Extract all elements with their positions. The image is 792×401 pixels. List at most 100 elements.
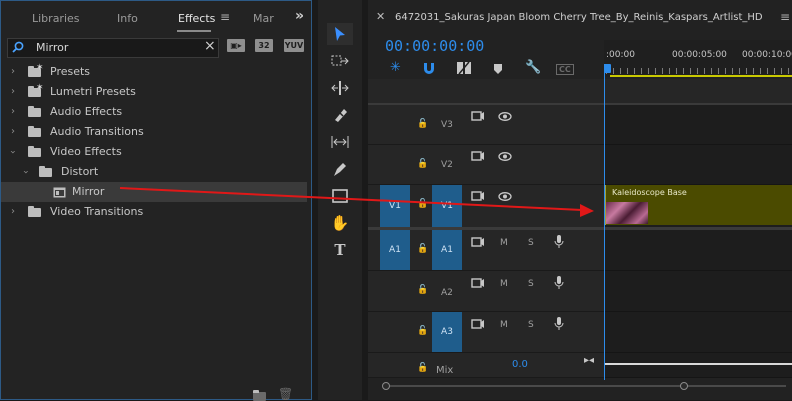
- lock-icon[interactable]: 🔓: [417, 244, 428, 254]
- video-clip[interactable]: Kaleidoscope Base: [605, 185, 792, 225]
- ripple-edit-tool-icon[interactable]: [327, 77, 353, 99]
- toggle-sync-lock-icon[interactable]: [471, 278, 485, 288]
- playhead-handle[interactable]: [604, 64, 611, 73]
- wrench-icon[interactable]: 🔧: [525, 60, 541, 75]
- eye-icon[interactable]: [498, 152, 512, 161]
- track-lane-mix[interactable]: [604, 353, 792, 378]
- playhead-line[interactable]: [604, 64, 605, 380]
- toggle-sync-lock-icon[interactable]: [471, 151, 485, 161]
- chevrons-right-icon[interactable]: »: [295, 8, 304, 24]
- toggle-sync-lock-icon[interactable]: [471, 237, 485, 247]
- star-icon: ✶: [36, 63, 44, 73]
- source-patch-a1[interactable]: A1: [380, 230, 410, 270]
- sequence-title[interactable]: 6472031_Sakuras Japan Bloom Cherry Tree_…: [395, 12, 763, 23]
- scrollbar-end-handle[interactable]: [680, 382, 688, 390]
- scrollbar-start-handle[interactable]: [382, 382, 390, 390]
- linked-selection-icon[interactable]: [456, 61, 472, 75]
- accelerated-effects-filter-icon[interactable]: ▣▸: [227, 39, 245, 52]
- eye-icon[interactable]: [498, 112, 512, 121]
- track-lane-a1[interactable]: [604, 230, 792, 271]
- eye-icon[interactable]: [498, 192, 512, 201]
- solo-button[interactable]: S: [528, 238, 534, 248]
- tree-item-video-effects[interactable]: › Video Effects: [1, 142, 307, 162]
- chevron-right-icon[interactable]: ›: [11, 202, 15, 222]
- tab-libraries[interactable]: Libraries: [32, 12, 80, 25]
- chevron-right-icon[interactable]: ›: [11, 82, 15, 102]
- chevron-right-icon[interactable]: ›: [11, 122, 15, 142]
- track-target-a1[interactable]: A1: [432, 230, 462, 270]
- work-area-bar[interactable]: [610, 75, 792, 77]
- chevron-right-icon[interactable]: ›: [11, 102, 15, 122]
- lock-icon[interactable]: 🔓: [417, 159, 428, 169]
- track-lane-v1[interactable]: Kaleidoscope Base: [604, 185, 792, 228]
- magnet-snap-icon[interactable]: [422, 62, 436, 75]
- snap-in-sequence-icon[interactable]: ✳: [390, 60, 401, 75]
- source-patch-v1[interactable]: V1: [380, 185, 410, 227]
- chevron-down-icon[interactable]: ›: [2, 150, 22, 154]
- chevron-down-icon[interactable]: ›: [15, 170, 35, 174]
- tree-item-distort[interactable]: › Distort: [1, 162, 307, 182]
- chevron-right-icon[interactable]: ›: [11, 62, 15, 82]
- selection-tool-icon[interactable]: [327, 23, 353, 45]
- trash-icon[interactable]: 🗑: [278, 387, 293, 401]
- type-tool-icon[interactable]: T: [327, 239, 353, 261]
- time-ruler[interactable]: :00:00 00:00:05:00 00:00:10:00: [604, 40, 792, 77]
- lock-icon[interactable]: 🔓: [417, 285, 428, 295]
- tree-item-audio-effects[interactable]: › Audio Effects: [1, 102, 307, 122]
- track-target-a3[interactable]: A3: [432, 312, 462, 352]
- ruler-ticks: [606, 68, 792, 74]
- solo-button[interactable]: S: [528, 320, 534, 330]
- track-lane-a2[interactable]: [604, 271, 792, 312]
- toggle-sync-lock-icon[interactable]: [471, 191, 485, 201]
- hand-tool-icon[interactable]: ✋: [327, 212, 353, 234]
- ruler-label: 00:00:05:00: [672, 50, 727, 60]
- solo-button[interactable]: S: [528, 279, 534, 289]
- track-target-v1[interactable]: V1: [432, 185, 462, 227]
- mute-button[interactable]: M: [500, 320, 508, 330]
- lock-icon[interactable]: 🔓: [417, 363, 428, 373]
- slip-tool-icon[interactable]: [327, 131, 353, 153]
- 32bit-filter-button[interactable]: 32: [255, 39, 273, 52]
- toggle-sync-lock-icon[interactable]: [471, 111, 485, 121]
- tab-effects[interactable]: Effects: [178, 12, 215, 25]
- microphone-icon[interactable]: [554, 235, 564, 249]
- folder-icon: [28, 146, 41, 157]
- microphone-icon[interactable]: [554, 276, 564, 290]
- mix-volume-value[interactable]: 0.0: [512, 359, 528, 370]
- panel-menu-icon[interactable]: ≡: [780, 10, 790, 24]
- track-lane-v2[interactable]: [604, 145, 792, 185]
- tree-item-mirror[interactable]: Mirror: [1, 182, 307, 202]
- tree-item-label: Mirror: [72, 185, 105, 198]
- add-marker-icon[interactable]: [493, 63, 503, 75]
- lock-icon[interactable]: 🔓: [417, 326, 428, 336]
- tree-item-lumetri-presets[interactable]: › ✶ Lumetri Presets: [1, 82, 307, 102]
- tab-markers[interactable]: Mar: [253, 12, 274, 25]
- tree-item-video-transitions[interactable]: › Video Transitions: [1, 202, 307, 222]
- yuv-filter-button[interactable]: YUV: [284, 39, 304, 52]
- tree-item-presets[interactable]: › ✶ Presets: [1, 62, 307, 82]
- lock-icon[interactable]: 🔓: [417, 199, 428, 209]
- tab-info[interactable]: Info: [117, 12, 138, 25]
- microphone-icon[interactable]: [554, 317, 564, 331]
- toggle-sync-lock-icon[interactable]: [471, 319, 485, 329]
- zoom-to-sequence-icon[interactable]: ▸◂: [584, 355, 594, 366]
- clear-search-icon[interactable]: ×: [204, 38, 216, 54]
- track-lane-v3[interactable]: [604, 105, 792, 145]
- rectangle-tool-icon[interactable]: [327, 185, 353, 207]
- razor-tool-icon[interactable]: [327, 104, 353, 126]
- mute-button[interactable]: M: [500, 238, 508, 248]
- track-select-tool-icon[interactable]: [327, 50, 353, 72]
- horizontal-scrollbar[interactable]: [382, 382, 786, 390]
- tree-item-label: Video Transitions: [50, 205, 144, 218]
- lock-icon[interactable]: 🔓: [417, 119, 428, 129]
- close-tab-icon[interactable]: ✕: [376, 10, 385, 23]
- mute-button[interactable]: M: [500, 279, 508, 289]
- search-field[interactable]: Mirror ×: [7, 38, 219, 58]
- captions-icon[interactable]: CC: [556, 64, 574, 75]
- search-input[interactable]: Mirror: [36, 41, 68, 54]
- tree-item-audio-transitions[interactable]: › Audio Transitions: [1, 122, 307, 142]
- pen-tool-icon[interactable]: [327, 158, 353, 180]
- playhead-timecode[interactable]: 00:00:00:00: [385, 37, 484, 55]
- panel-menu-icon[interactable]: ≡: [220, 10, 230, 24]
- track-lane-a3[interactable]: [604, 312, 792, 353]
